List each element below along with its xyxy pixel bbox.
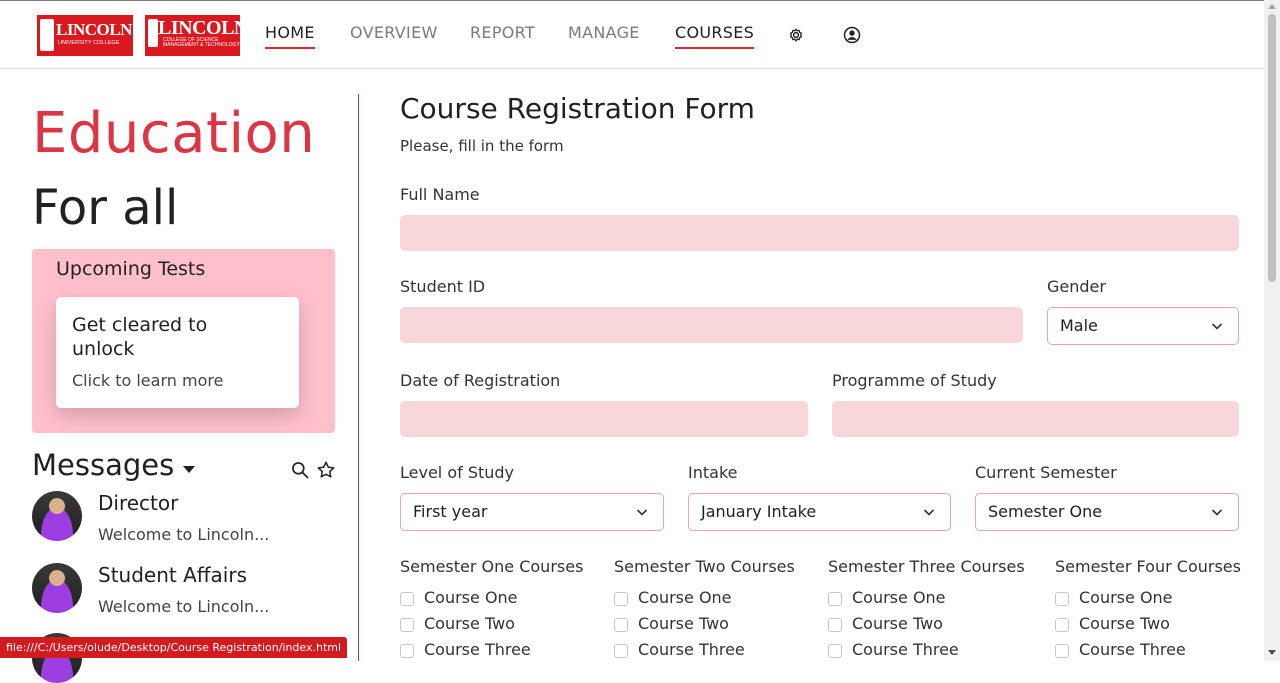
- message-sender[interactable]: Student Affairs: [98, 563, 247, 587]
- nav-report[interactable]: REPORT: [470, 23, 535, 42]
- level-value: First year: [413, 502, 488, 521]
- course-checkbox[interactable]: [614, 592, 628, 606]
- search-icon[interactable]: [290, 460, 310, 480]
- student-id-label: Student ID: [400, 277, 486, 296]
- gender-select[interactable]: Male: [1047, 307, 1239, 345]
- form-subtitle: Please, fill in the form: [400, 137, 564, 155]
- semester-three-courses-heading: Semester Three Courses: [828, 557, 1025, 576]
- course-checkbox[interactable]: [400, 618, 414, 632]
- chevron-down-icon: [1211, 509, 1223, 516]
- message-preview[interactable]: Welcome to Lincoln...: [98, 525, 269, 544]
- semester-label: Current Semester: [975, 463, 1117, 482]
- semester-select[interactable]: Semester One: [975, 493, 1239, 531]
- date-label: Date of Registration: [400, 371, 561, 390]
- test-card-title: Get cleared to unlock: [72, 314, 208, 360]
- page-scrollbar[interactable]: [1264, 0, 1280, 661]
- programme-label: Programme of Study: [832, 371, 997, 390]
- nav-overview[interactable]: OVERVIEW: [350, 23, 438, 42]
- scrollbar-thumb[interactable]: [1268, 14, 1276, 282]
- upcoming-tests-panel: Upcoming Tests Get cleared to unlock Cli…: [32, 249, 335, 433]
- full-name-label: Full Name: [400, 185, 480, 204]
- link-status-bar: file:///C:/Users/olude/Desktop/Course Re…: [0, 637, 348, 658]
- course-checkbox[interactable]: [828, 644, 842, 658]
- nav-manage[interactable]: MANAGE: [568, 23, 640, 42]
- test-card-link[interactable]: Click to learn more: [72, 371, 223, 390]
- message-preview[interactable]: Welcome to Lincoln...: [98, 597, 269, 616]
- scroll-up-icon[interactable]: [1268, 4, 1276, 9]
- gender-value: Male: [1060, 316, 1098, 335]
- top-navbar: LINCOLN UNIVERSITY COLLEGE LINCOLN COLLE…: [0, 0, 1264, 69]
- semester-four-courses-heading: Semester Four Courses: [1055, 557, 1241, 576]
- course-checkbox[interactable]: [1055, 618, 1069, 632]
- programme-input[interactable]: [832, 401, 1239, 437]
- test-card[interactable]: Get cleared to unlock Click to learn mor…: [56, 297, 299, 408]
- upcoming-tests-title: Upcoming Tests: [56, 258, 206, 280]
- level-label: Level of Study: [400, 463, 515, 482]
- semester-one-courses-heading: Semester One Courses: [400, 557, 584, 576]
- course-checkbox[interactable]: [614, 618, 628, 632]
- semester-two-courses-heading: Semester Two Courses: [614, 557, 795, 576]
- hero-heading: Education: [32, 101, 316, 166]
- date-input[interactable]: [400, 401, 808, 437]
- course-checkbox[interactable]: [400, 644, 414, 658]
- semester-value: Semester One: [988, 502, 1103, 521]
- avatar: [32, 563, 82, 613]
- chevron-down-icon: [1211, 323, 1223, 330]
- course-checkbox[interactable]: [400, 592, 414, 606]
- lincoln-college-logo[interactable]: LINCOLN COLLEGE OF SCIENCE MANAGEMENT & …: [145, 15, 240, 56]
- lincoln-university-logo[interactable]: LINCOLN UNIVERSITY COLLEGE: [37, 15, 133, 56]
- message-sender[interactable]: Director: [98, 491, 178, 515]
- gear-icon[interactable]: [787, 26, 805, 44]
- course-checkbox[interactable]: [828, 618, 842, 632]
- course-checkbox[interactable]: [828, 592, 842, 606]
- caret-down-icon[interactable]: [183, 466, 195, 473]
- seal-icon: [40, 19, 54, 51]
- gender-label: Gender: [1047, 277, 1106, 296]
- hero-subheading: For all: [32, 180, 179, 236]
- nav-home[interactable]: HOME: [265, 23, 315, 49]
- chevron-down-icon: [636, 509, 648, 516]
- star-icon[interactable]: [316, 460, 336, 480]
- student-id-input[interactable]: [400, 307, 1023, 343]
- nav-courses[interactable]: COURSES: [675, 23, 755, 49]
- course-checkbox[interactable]: [1055, 592, 1069, 606]
- intake-label: Intake: [688, 463, 738, 482]
- user-icon[interactable]: [843, 26, 861, 44]
- full-name-input[interactable]: [400, 215, 1239, 251]
- scroll-down-icon[interactable]: [1268, 650, 1276, 655]
- intake-value: January Intake: [701, 502, 817, 521]
- form-title: Course Registration Form: [400, 92, 755, 125]
- messages-title[interactable]: Messages: [32, 448, 174, 482]
- course-checkbox[interactable]: [614, 644, 628, 658]
- level-select[interactable]: First year: [400, 493, 664, 531]
- intake-select[interactable]: January Intake: [688, 493, 951, 531]
- column-divider: [358, 94, 359, 661]
- chevron-down-icon: [923, 509, 935, 516]
- avatar: [32, 491, 82, 541]
- course-checkbox[interactable]: [1055, 644, 1069, 658]
- seal-icon: [148, 19, 158, 47]
